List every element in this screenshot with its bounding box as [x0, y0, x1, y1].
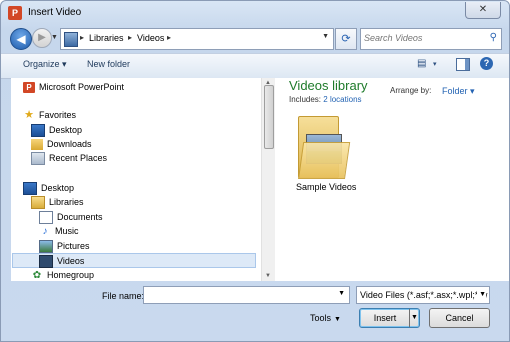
insert-button[interactable]: Insert ▼: [359, 308, 420, 328]
sidebar-item-label: Favorites: [39, 110, 77, 120]
sidebar-item-music[interactable]: ♪ Music: [39, 224, 79, 239]
arrange-by-label: Arrange by:: [390, 86, 432, 95]
search-box[interactable]: ⚲: [360, 28, 502, 50]
pictures-icon: [39, 240, 53, 254]
sidebar-item-label: Homegroup: [47, 270, 95, 280]
sidebar-item-pictures[interactable]: Pictures: [39, 239, 90, 254]
file-name-input[interactable]: ▼: [143, 286, 350, 304]
insert-video-dialog: P Insert Video ✕ ◀ ▶ ▼ ▸ Libraries ▸ Vid…: [0, 0, 510, 342]
arrange-by-dropdown[interactable]: Folder ▾: [442, 86, 475, 97]
sidebar-item-downloads[interactable]: Downloads: [31, 137, 92, 152]
music-icon: ♪: [42, 226, 48, 238]
change-view-icon[interactable]: ▤: [417, 58, 426, 69]
insert-options-dropdown-icon[interactable]: ▼: [409, 309, 419, 327]
organize-menu[interactable]: Organize ▾: [23, 59, 67, 70]
sidebar-item-recent-places[interactable]: Recent Places: [31, 151, 107, 166]
library-includes: Includes: 2 locations: [289, 95, 362, 104]
powerpoint-icon: P: [23, 82, 35, 94]
search-icon[interactable]: ⚲: [490, 32, 497, 43]
recent-places-icon: [31, 152, 45, 166]
videos-icon: [39, 255, 53, 269]
sidebar-item-label: Videos: [57, 256, 85, 266]
locations-link[interactable]: 2 locations: [323, 95, 361, 104]
tools-dropdown-icon: ▼: [334, 316, 341, 323]
tools-menu[interactable]: Tools ▼: [310, 313, 341, 323]
command-bar: Organize ▾ New folder ▤ ▾ ?: [1, 53, 509, 79]
file-name-dropdown-icon[interactable]: ▼: [338, 290, 345, 297]
back-button[interactable]: ◀: [10, 28, 32, 50]
title-bar: P Insert Video ✕: [1, 1, 509, 25]
includes-label: Includes:: [289, 95, 322, 104]
scroll-down-icon[interactable]: ▼: [265, 273, 271, 279]
sidebar-item-libraries[interactable]: Libraries: [31, 195, 84, 210]
sidebar-item-videos[interactable]: Videos: [12, 253, 256, 269]
tools-label: Tools: [310, 313, 332, 323]
sidebar-item-label: Libraries: [49, 197, 84, 207]
downloads-icon: [31, 139, 43, 151]
file-type-value: Video Files (*.asf;*.asx;*.wpl;*.w: [360, 290, 488, 300]
sidebar-item-label: Downloads: [47, 139, 92, 149]
sidebar-item-label: Documents: [57, 212, 103, 222]
libraries-icon: [31, 196, 45, 210]
breadcrumb-separator-icon[interactable]: ▸: [167, 33, 171, 42]
address-dropdown-icon[interactable]: ▼: [322, 33, 329, 40]
scrollbar-thumb[interactable]: [264, 85, 274, 149]
sidebar-item-desktop-root[interactable]: Desktop: [23, 181, 74, 196]
desktop-icon: [23, 182, 37, 196]
file-type-dropdown-icon[interactable]: ▼: [477, 287, 486, 303]
sidebar-item-label: Desktop: [41, 183, 75, 193]
file-type-select[interactable]: Video Files (*.asf;*.asx;*.wpl;*.w ▼: [356, 286, 490, 304]
new-folder-button[interactable]: New folder: [87, 59, 130, 69]
recent-pages-dropdown-icon[interactable]: ▼: [51, 34, 58, 41]
forward-button[interactable]: ▶: [32, 28, 52, 48]
sidebar-item-homegroup[interactable]: ✿ Homegroup: [31, 268, 94, 281]
homegroup-icon: ✿: [32, 270, 42, 281]
documents-icon: [39, 211, 53, 225]
sidebar-item-label: Pictures: [57, 241, 90, 251]
breadcrumb-separator-icon[interactable]: ▸: [128, 33, 132, 42]
sidebar-item-label: Music: [55, 226, 79, 236]
sidebar-item-label: Recent Places: [49, 153, 108, 163]
sidebar-item-documents[interactable]: Documents: [39, 210, 103, 225]
dialog-footer: File name: ▼ Video Files (*.asf;*.asx;*.…: [1, 281, 509, 341]
breadcrumb-separator-icon[interactable]: ▸: [80, 33, 84, 42]
sidebar-item-label: Microsoft PowerPoint: [39, 82, 125, 92]
navigation-bar: ◀ ▶ ▼ ▸ Libraries ▸ Videos ▸ ▼ ⟳ ⚲: [1, 25, 509, 53]
search-input[interactable]: [364, 31, 479, 45]
view-options-dropdown-icon[interactable]: ▾: [433, 60, 437, 68]
star-icon: ★: [24, 109, 34, 122]
file-name-label: File name:: [102, 291, 145, 301]
sidebar-item-desktop[interactable]: Desktop: [31, 123, 82, 138]
breadcrumb-videos[interactable]: Videos: [137, 33, 164, 43]
folder-item-label[interactable]: Sample Videos: [296, 182, 356, 192]
sidebar-item-microsoft-powerpoint[interactable]: P Microsoft PowerPoint: [23, 80, 124, 95]
window-title: Insert Video: [28, 7, 82, 18]
address-bar[interactable]: ▸ Libraries ▸ Videos ▸ ▼: [60, 28, 334, 50]
navigation-pane-scrollbar[interactable]: ▲ ▼: [261, 78, 275, 281]
cancel-button[interactable]: Cancel: [429, 308, 490, 328]
libraries-icon: [64, 32, 78, 47]
breadcrumb-libraries[interactable]: Libraries: [89, 33, 124, 43]
preview-pane-icon[interactable]: [456, 58, 470, 71]
close-button[interactable]: ✕: [465, 2, 501, 19]
powerpoint-icon: P: [8, 6, 22, 20]
refresh-button[interactable]: ⟳: [335, 28, 357, 50]
file-list-pane: Videos library Includes: 2 locations Arr…: [275, 78, 509, 281]
sidebar-item-label: Desktop: [49, 125, 83, 135]
navigation-pane: P Microsoft PowerPoint ★ Favorites Desktop…: [11, 78, 261, 281]
insert-label: Insert: [373, 313, 397, 323]
sidebar-item-favorites[interactable]: ★ Favorites: [23, 108, 76, 123]
desktop-icon: [31, 124, 45, 138]
library-title: Videos library: [289, 78, 368, 93]
folder-icon[interactable]: [298, 116, 351, 182]
help-icon[interactable]: ?: [480, 57, 493, 70]
